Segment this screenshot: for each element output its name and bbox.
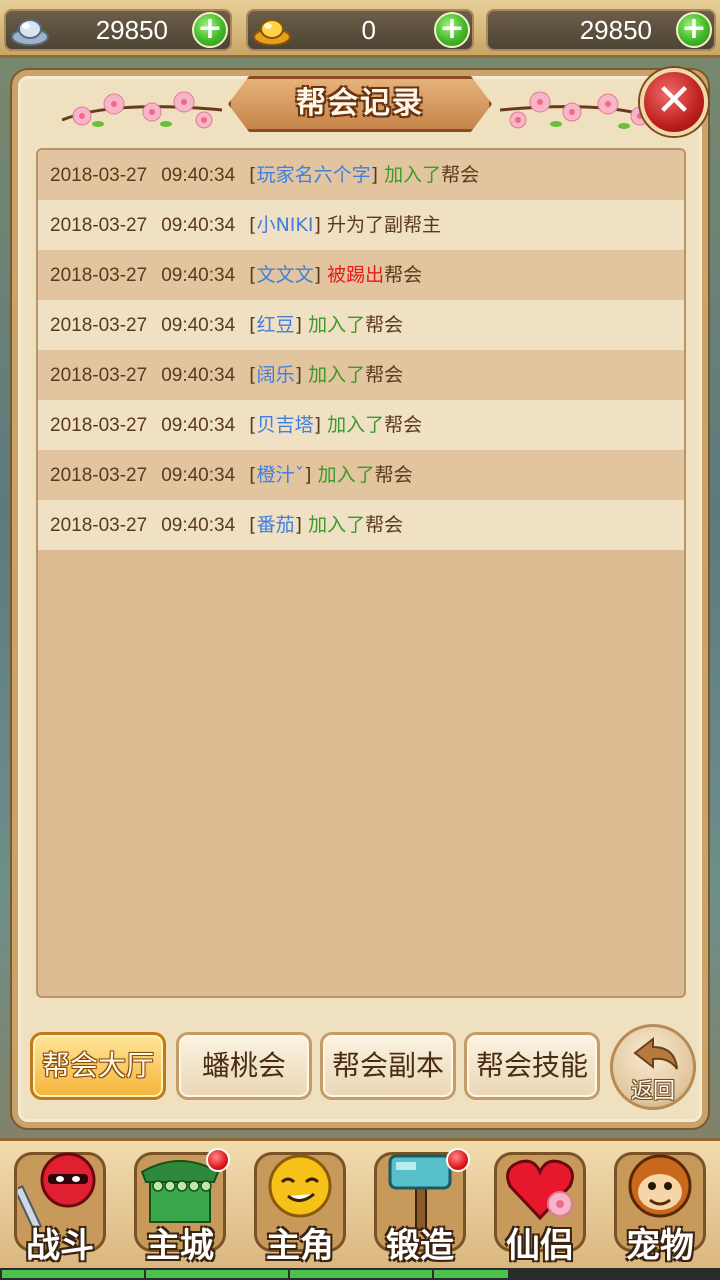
record-action: 加入了 — [308, 364, 366, 386]
record-action: 被踢出 — [327, 264, 385, 286]
add-silver-button[interactable]: + — [192, 12, 228, 48]
third-currency-value: 29850 — [579, 15, 652, 45]
record-time: 09:40:34 — [161, 315, 236, 336]
record-date: 2018-03-27 — [50, 465, 148, 486]
silver-ingot-icon — [11, 19, 49, 46]
notification-badge — [446, 1148, 470, 1172]
record-row: 2018-03-27 09:40:34 [贝吉塔] 加入了帮会 — [38, 400, 684, 450]
record-row: 2018-03-27 09:40:34 [文文文] 被踢出帮会 — [38, 250, 684, 300]
panel-title: 帮会记录 — [296, 86, 424, 121]
record-time: 09:40:34 — [161, 415, 236, 436]
record-date: 2018-03-27 — [50, 415, 148, 436]
nav-label: 宠物 — [626, 1226, 694, 1266]
record-row: 2018-03-27 09:40:34 [橙汁ˇ] 加入了帮会 — [38, 450, 684, 500]
record-action: 加入了 — [327, 414, 385, 436]
gold-currency: 0 + — [246, 9, 474, 51]
close-button[interactable]: ✕ — [640, 68, 708, 136]
record-row: 2018-03-27 09:40:34 [玩家名六个字] 加入了帮会 — [38, 150, 684, 200]
blossom-decoration-icon — [62, 91, 222, 129]
blossom-decoration-icon — [500, 91, 660, 129]
record-player-name[interactable]: 贝吉塔 — [257, 414, 314, 436]
add-gold-button[interactable]: + — [434, 12, 470, 48]
add-third-currency-button[interactable]: + — [676, 12, 712, 48]
record-time: 09:40:34 — [161, 165, 236, 186]
record-tail: 帮会 — [441, 164, 480, 186]
record-row: 2018-03-27 09:40:34 [小NIKI] 升为了副帮主 — [38, 200, 684, 250]
record-date: 2018-03-27 — [50, 215, 148, 236]
record-action: 加入了 — [317, 464, 375, 486]
tab-guild-skills[interactable]: 帮会技能 — [464, 1032, 600, 1100]
record-date: 2018-03-27 — [50, 515, 148, 536]
record-date: 2018-03-27 — [50, 265, 148, 286]
nav-companion[interactable]: 仙侣 — [484, 1146, 596, 1266]
record-date: 2018-03-27 — [50, 315, 148, 336]
record-time: 09:40:34 — [161, 265, 236, 286]
tab-peach-feast[interactable]: 蟠桃会 — [176, 1032, 312, 1100]
nav-label: 主角 — [266, 1226, 334, 1266]
record-tail: 帮会 — [365, 364, 404, 386]
progress-strip — [0, 1268, 720, 1280]
record-player-name[interactable]: 小NIKI — [257, 214, 314, 236]
nav-label: 锻造 — [386, 1226, 454, 1266]
nav-hero[interactable]: 主角 — [244, 1146, 356, 1266]
record-action: 升为了副帮主 — [326, 214, 441, 236]
record-tail: 帮会 — [384, 264, 423, 286]
notification-badge — [206, 1148, 230, 1172]
record-tail: 帮会 — [365, 514, 404, 536]
tab-guild-dungeon[interactable]: 帮会副本 — [320, 1032, 456, 1100]
nav-main-city[interactable]: 主城 — [124, 1146, 236, 1266]
record-tail: 帮会 — [384, 414, 423, 436]
silver-currency: 29850 + — [4, 9, 232, 51]
gold-ingot-icon — [253, 19, 291, 46]
record-tail: 帮会 — [374, 464, 413, 486]
back-button[interactable]: 返回 — [610, 1024, 696, 1110]
third-currency: 29850 + — [486, 9, 716, 51]
back-label: 返回 — [630, 1079, 675, 1104]
record-time: 09:40:34 — [161, 515, 236, 536]
record-row: 2018-03-27 09:40:34 [红豆] 加入了帮会 — [38, 300, 684, 350]
nav-battle[interactable]: 战斗 — [4, 1146, 116, 1266]
nav-pet[interactable]: 宠物 — [604, 1146, 716, 1266]
gold-value: 0 — [361, 15, 376, 45]
record-player-name[interactable]: 文文文 — [257, 264, 314, 286]
record-time: 09:40:34 — [161, 465, 236, 486]
record-player-name[interactable]: 红豆 — [257, 314, 295, 336]
record-date: 2018-03-27 — [50, 365, 148, 386]
record-row: 2018-03-27 09:40:34 [番茄] 加入了帮会 — [38, 500, 684, 550]
record-list[interactable]: 2018-03-27 09:40:34 [玩家名六个字] 加入了帮会 2018-03-… — [36, 148, 686, 998]
record-action: 加入了 — [308, 514, 366, 536]
record-time: 09:40:34 — [161, 215, 236, 236]
silver-value: 29850 — [95, 15, 168, 45]
nav-label: 仙侣 — [506, 1226, 574, 1266]
nav-forge[interactable]: 锻造 — [364, 1146, 476, 1266]
tab-guild-hall[interactable]: 帮会大厅 — [30, 1032, 166, 1100]
record-tail: 帮会 — [365, 314, 404, 336]
record-row: 2018-03-27 09:40:34 [阔乐] 加入了帮会 — [38, 350, 684, 400]
record-action: 加入了 — [384, 164, 442, 186]
record-player-name[interactable]: 玩家名六个字 — [257, 164, 371, 186]
record-player-name[interactable]: 番茄 — [257, 514, 295, 536]
record-player-name[interactable]: 阔乐 — [257, 364, 295, 386]
record-time: 09:40:34 — [161, 365, 236, 386]
nav-label: 主城 — [146, 1226, 214, 1266]
nav-label: 战斗 — [26, 1226, 94, 1266]
back-arrow-icon — [633, 1036, 678, 1070]
record-date: 2018-03-27 — [50, 165, 148, 186]
record-action: 加入了 — [308, 314, 366, 336]
record-player-name[interactable]: 橙汁ˇ — [257, 464, 305, 486]
